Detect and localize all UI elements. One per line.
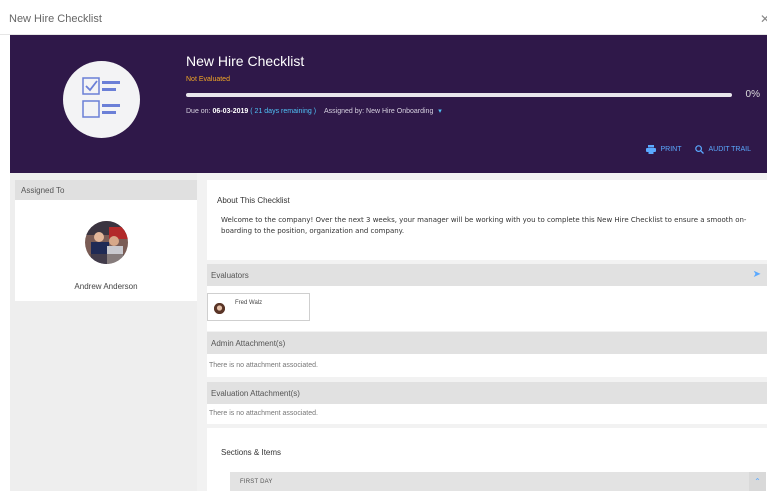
chevron-down-icon[interactable]: ▾ bbox=[438, 108, 442, 115]
admin-attachments-empty: There is no attachment associated. bbox=[209, 362, 318, 369]
evaluation-attachments-body: There is no attachment associated. bbox=[207, 404, 767, 424]
due-prefix: Due on: bbox=[186, 108, 211, 115]
due-date: 06-03-2019 bbox=[212, 108, 249, 115]
admin-attachments-body: There is no attachment associated. bbox=[207, 354, 767, 377]
assigned-to-card: Assigned To Andrew Anderson bbox=[15, 180, 197, 301]
print-button[interactable]: PRINT bbox=[646, 145, 681, 154]
chevron-up-icon[interactable]: ⌃ bbox=[749, 472, 766, 491]
left-panel: Assigned To Andrew Anderson bbox=[10, 173, 197, 491]
print-label: PRINT bbox=[660, 146, 682, 153]
checklist-hero: New Hire Checklist Not Evaluated 0% Due … bbox=[10, 35, 767, 173]
evaluators-header: Evaluators ➤ bbox=[207, 264, 767, 286]
evaluation-attachments-header: Evaluation Attachment(s) bbox=[207, 382, 767, 404]
progress-percent: 0% bbox=[745, 89, 760, 100]
about-title: About This Checklist bbox=[217, 196, 290, 205]
admin-attachments-header: Admin Attachment(s) bbox=[207, 332, 767, 354]
checklist-title: New Hire Checklist bbox=[186, 53, 305, 69]
sections-title: Sections & Items bbox=[221, 448, 282, 457]
audit-trail-button[interactable]: AUDIT TRAIL bbox=[695, 145, 751, 154]
printer-icon bbox=[646, 145, 657, 154]
checklist-icon bbox=[63, 61, 140, 138]
section-label: FIRST DAY bbox=[240, 479, 273, 485]
window-title: New Hire Checklist bbox=[9, 13, 102, 25]
remaining-open: ( bbox=[250, 108, 253, 115]
search-icon bbox=[695, 145, 705, 154]
assigned-to-header: Assigned To bbox=[15, 180, 197, 200]
evaluator-avatar bbox=[214, 303, 225, 314]
audit-trail-label: AUDIT TRAIL bbox=[708, 146, 751, 153]
about-body: Welcome to the company! Over the next 3 … bbox=[221, 216, 747, 235]
days-remaining: 21 days remaining bbox=[254, 108, 312, 115]
progress-bar bbox=[186, 93, 732, 97]
assigned-by[interactable]: Assigned by: New Hire Onboarding bbox=[324, 108, 433, 115]
window-titlebar: New Hire Checklist ✕ bbox=[0, 0, 767, 35]
evaluation-attachments-empty: There is no attachment associated. bbox=[209, 410, 318, 417]
sections-card: Sections & Items FIRST DAY ⌃ bbox=[207, 428, 767, 491]
due-info: Due on: 06-03-2019 ( 21 days remaining )… bbox=[186, 107, 442, 115]
evaluator-name: Fred Walz bbox=[235, 300, 263, 306]
avatar[interactable] bbox=[85, 221, 128, 264]
evaluators-body: Fred Walz bbox=[207, 286, 767, 331]
assignee-name: Andrew Anderson bbox=[74, 282, 138, 291]
remaining-close: ) bbox=[313, 108, 317, 115]
main-content: About This Checklist Welcome to the comp… bbox=[197, 173, 767, 491]
about-card: About This Checklist Welcome to the comp… bbox=[207, 180, 767, 260]
hero-actions: PRINT AUDIT TRAIL bbox=[646, 145, 751, 154]
section-row-first-day[interactable]: FIRST DAY ⌃ bbox=[230, 472, 766, 491]
evaluators-title: Evaluators bbox=[211, 271, 249, 280]
send-icon[interactable]: ➤ bbox=[753, 269, 761, 280]
status-badge: Not Evaluated bbox=[186, 76, 230, 83]
close-icon[interactable]: ✕ bbox=[760, 12, 767, 26]
evaluator-chip[interactable]: Fred Walz bbox=[207, 293, 310, 321]
